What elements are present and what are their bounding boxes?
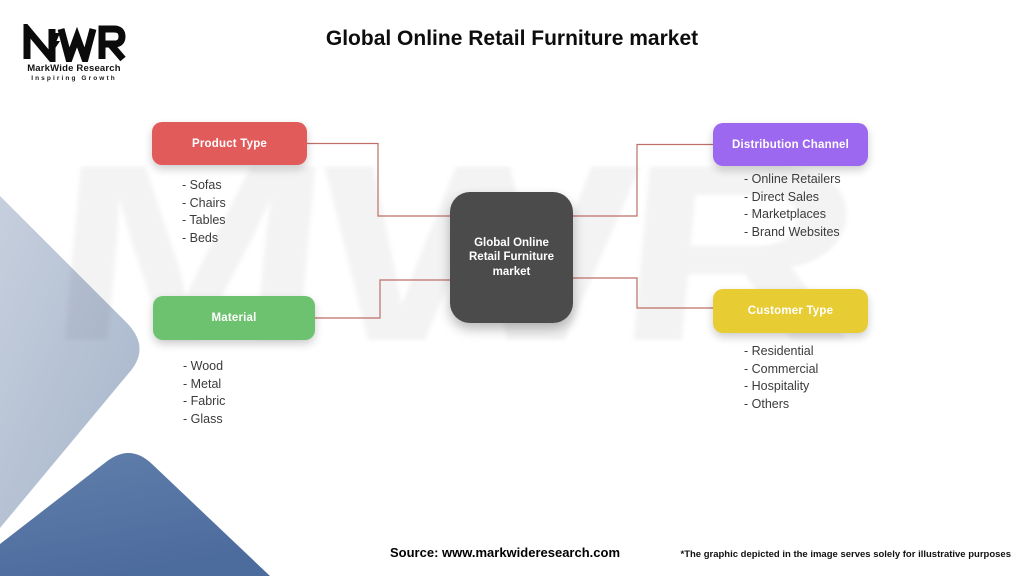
list-item: - Brand Websites: [744, 224, 840, 239]
node-customer-type-label: Customer Type: [747, 305, 834, 317]
list-item: - Beds: [182, 230, 219, 245]
list-item: - Direct Sales: [744, 189, 820, 204]
logo-company-name: MarkWide Research: [27, 63, 121, 74]
connector-material: [315, 279, 450, 319]
logo-tagline: Inspiring Growth: [31, 75, 117, 82]
center-node-label: Global Online Retail Furniture market: [469, 236, 554, 278]
connector-product-type: [307, 142, 450, 217]
list-item: - Sofas: [182, 178, 222, 192]
list-item: - Fabric: [183, 394, 226, 409]
list-item: - Wood: [183, 359, 224, 373]
node-distribution-channel: Distribution Channel: [713, 123, 868, 166]
list-item: - Glass: [183, 411, 223, 426]
footer-source: Source: www.markwideresearch.com: [390, 545, 621, 560]
list-item: - Chairs: [182, 195, 226, 210]
node-customer-type: Customer Type: [713, 289, 868, 333]
node-product-type-label: Product Type: [191, 137, 268, 150]
list-item: - Online Retailers: [744, 172, 841, 186]
infographic-canvas: MWR MarkWide Research Inspiring Growth G…: [0, 0, 1024, 576]
list-item: - Hospitality: [744, 379, 810, 394]
node-material-label: Material: [211, 312, 257, 324]
connector-customer-type: [573, 277, 713, 309]
node-material: Material: [153, 296, 315, 340]
product-type-list: - Sofas - Chairs - Tables - Beds: [182, 177, 226, 247]
customer-type-list: - Residential - Commercial - Hospitality…: [744, 343, 818, 413]
footer-disclaimer: *The graphic depicted in the image serve…: [680, 549, 1012, 560]
page-title: Global Online Retail Furniture market: [325, 27, 699, 50]
list-item: - Commercial: [744, 361, 819, 376]
center-node: Global Online Retail Furniture market: [450, 192, 573, 323]
list-item: - Metal: [183, 376, 222, 391]
material-list: - Wood - Metal - Fabric - Glass: [183, 358, 225, 428]
distribution-channel-list: - Online Retailers - Direct Sales - Mark…: [744, 171, 841, 241]
connector-distribution-channel: [573, 143, 713, 217]
list-item: - Marketplaces: [744, 207, 826, 222]
node-distribution-channel-label: Distribution Channel: [731, 138, 850, 151]
list-item: - Tables: [182, 213, 226, 228]
list-item: - Residential: [744, 344, 814, 358]
list-item: - Others: [744, 396, 790, 411]
node-product-type: Product Type: [152, 122, 307, 165]
